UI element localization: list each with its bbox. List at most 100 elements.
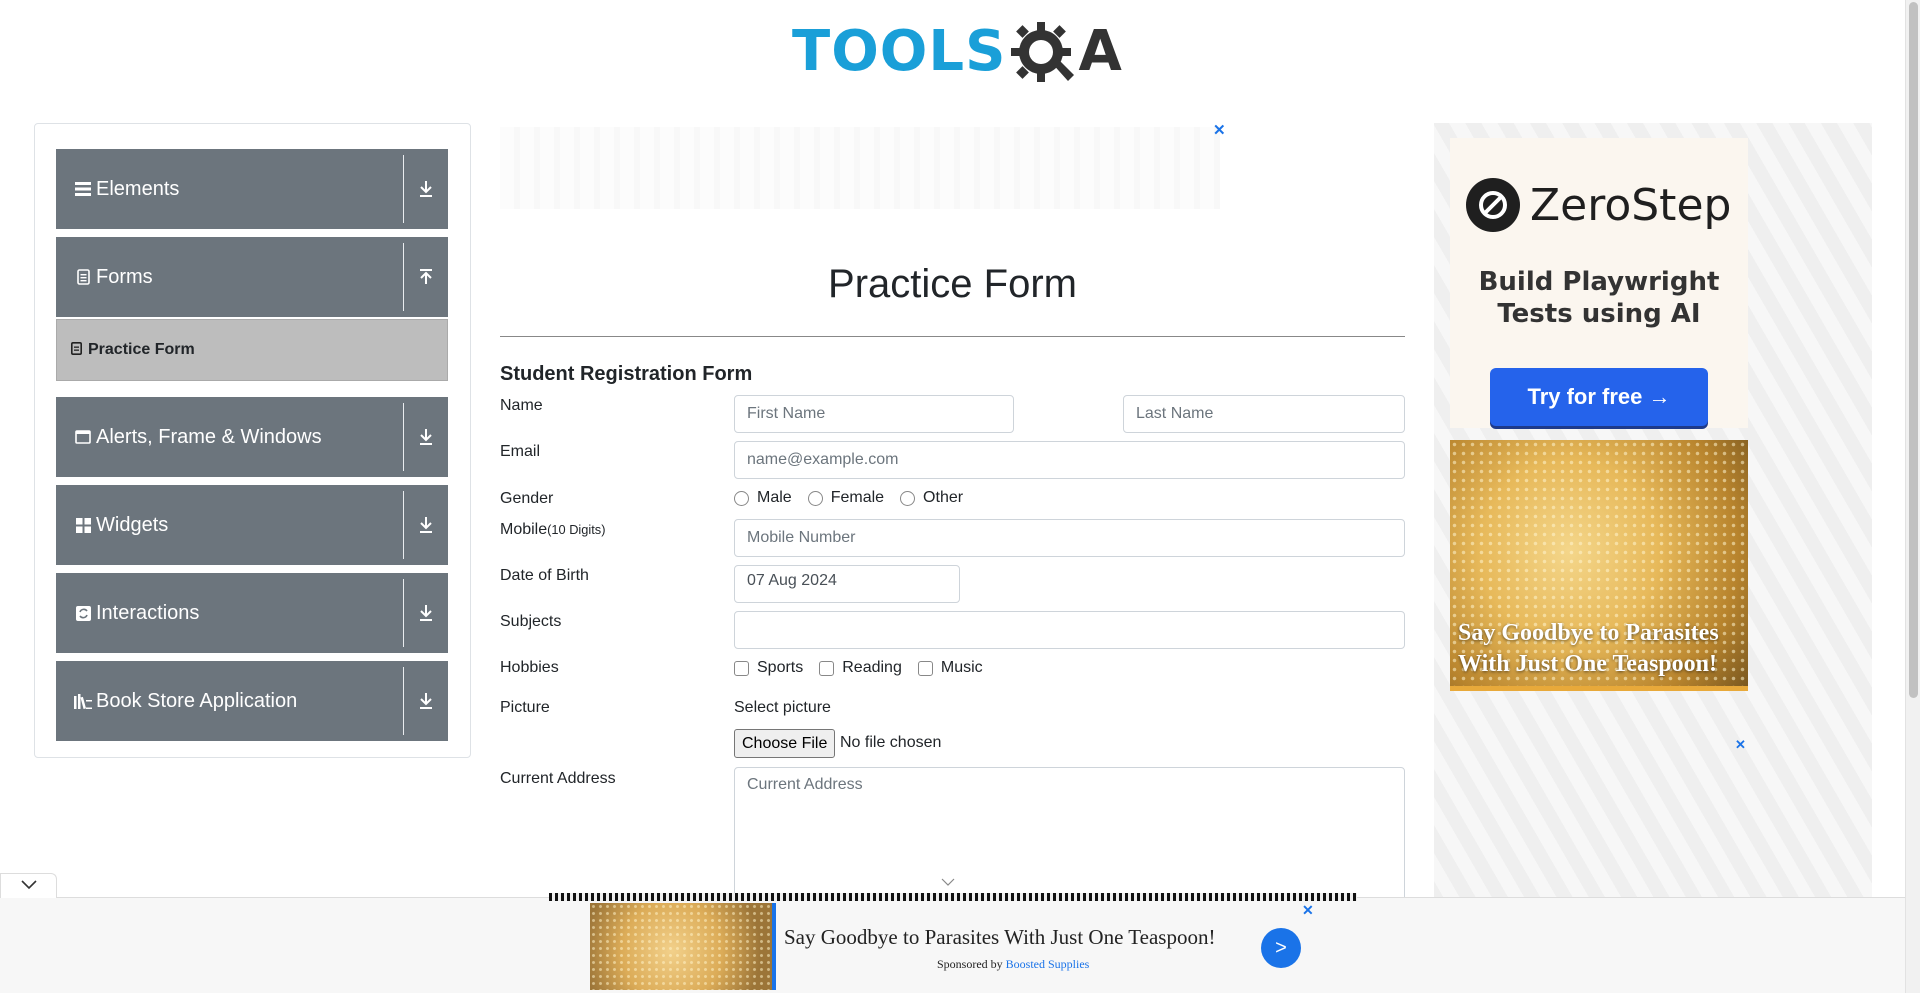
- mobile-hint: (10 Digits): [547, 522, 606, 537]
- zerostep-name: ZeroStep: [1530, 179, 1732, 231]
- page-scrollbar[interactable]: [1905, 0, 1920, 993]
- sidebar-group-widgets[interactable]: Widgets: [56, 485, 448, 565]
- ad-strip: [549, 893, 1357, 901]
- scrollbar-thumb[interactable]: [1909, 2, 1918, 698]
- page: TOOLS A Elements Forms Practice Form Ale…: [0, 0, 1920, 993]
- gender-female-option[interactable]: Female: [807, 489, 885, 507]
- ad-placeholder: [500, 127, 1220, 209]
- window-icon: [74, 428, 92, 446]
- choose-file-button[interactable]: Choose File: [734, 729, 836, 758]
- try-for-free-button[interactable]: Try for free →: [1490, 368, 1708, 426]
- sponsor-link[interactable]: Boosted Supplies: [1006, 957, 1090, 971]
- checkbox-label: Sports: [757, 659, 804, 676]
- ad-accent-bar: [772, 903, 776, 990]
- sugar-ad-headline: Say Goodbye to Parasites With Just One T…: [1458, 620, 1719, 677]
- ad-image-texture: [590, 903, 772, 990]
- widgets-icon: [74, 516, 92, 534]
- collapse-ad-toggle[interactable]: [0, 873, 57, 898]
- refresh-icon: [74, 604, 92, 622]
- top-ad-banner[interactable]: ✕: [500, 121, 1230, 213]
- radio-button[interactable]: [734, 490, 749, 506]
- address-label: Current Address: [500, 770, 616, 787]
- sidebar-group-book-store[interactable]: Book Store Application: [56, 661, 448, 741]
- download-icon[interactable]: [404, 428, 448, 446]
- document-icon: [74, 268, 92, 286]
- current-address-textarea[interactable]: Current Address: [734, 767, 1405, 901]
- mobile-label: Mobile(10 Digits): [500, 521, 605, 539]
- toolsqa-logo[interactable]: TOOLS A: [792, 14, 1122, 90]
- email-input[interactable]: [734, 441, 1405, 479]
- sidebar-group-elements[interactable]: Elements: [56, 149, 448, 229]
- logo-text: TOOLS: [792, 19, 1007, 84]
- sidebar-group-label: Interactions: [96, 601, 200, 624]
- ad-accent-bar: [1450, 686, 1748, 691]
- sidebar-group-alerts[interactable]: Alerts, Frame & Windows: [56, 397, 448, 477]
- sidebar-group-interactions[interactable]: Interactions: [56, 573, 448, 653]
- zerostep-mark-icon: [1466, 178, 1520, 232]
- chevron-down-icon: [20, 877, 37, 895]
- page-title: Practice Form: [828, 262, 1077, 306]
- tagline-line: Tests using AI: [1497, 299, 1701, 329]
- bottom-ad-sponsor: Sponsored by Boosted Supplies: [937, 957, 1089, 972]
- upload-icon[interactable]: [404, 268, 448, 286]
- gender-label: Gender: [500, 490, 554, 507]
- sugar-ad[interactable]: Say Goodbye to Parasites With Just One T…: [1450, 440, 1748, 686]
- email-label: Email: [500, 443, 541, 460]
- gender-options: Male Female Other: [734, 489, 979, 507]
- radio-label: Female: [830, 489, 885, 506]
- checkbox[interactable]: [917, 660, 933, 676]
- sidebar-group-label: Elements: [96, 177, 180, 200]
- radio-button[interactable]: [807, 490, 823, 506]
- gender-male-option[interactable]: Male: [734, 489, 792, 507]
- logo-suffix: A: [1078, 19, 1122, 84]
- checkbox[interactable]: [819, 660, 835, 676]
- hobbies-label: Hobbies: [500, 659, 559, 676]
- first-name-input[interactable]: [734, 395, 1014, 433]
- sidebar-group-label: Alerts, Frame & Windows: [96, 425, 322, 448]
- library-icon: [74, 692, 92, 710]
- menu-icon: [74, 180, 92, 198]
- tagline-line: Build Playwright: [1478, 267, 1720, 297]
- select-picture-label: Select picture: [734, 699, 831, 716]
- download-icon[interactable]: [404, 516, 448, 534]
- form-icon: [71, 342, 82, 358]
- radio-button[interactable]: [900, 490, 916, 506]
- file-status: No file chosen: [840, 734, 942, 751]
- checkbox-label: Music: [940, 659, 983, 676]
- download-icon[interactable]: [404, 180, 448, 198]
- hobby-music-option[interactable]: Music: [917, 659, 983, 677]
- form-heading: Student Registration Form: [500, 363, 753, 385]
- mobile-input[interactable]: [734, 519, 1405, 557]
- close-icon[interactable]: ✕: [1213, 121, 1226, 139]
- subjects-label: Subjects: [500, 613, 562, 630]
- sidebar-group-label: Forms: [96, 265, 153, 288]
- name-label: Name: [500, 397, 543, 414]
- last-name-input[interactable]: [1123, 395, 1405, 433]
- download-icon[interactable]: [404, 604, 448, 622]
- sidebar-group-label: Widgets: [96, 513, 169, 536]
- ad-go-button[interactable]: >: [1261, 928, 1301, 968]
- bottom-ad-title[interactable]: Say Goodbye to Parasites With Just One T…: [784, 925, 1215, 950]
- bottom-ad-image[interactable]: [590, 903, 772, 990]
- chevron-down-icon[interactable]: [941, 873, 955, 889]
- sidebar: Elements Forms Practice Form Alerts, Fra…: [34, 123, 471, 758]
- radio-label: Male: [757, 489, 792, 506]
- close-icon[interactable]: ✕: [1735, 737, 1746, 753]
- right-ad-column: ZeroStep Build Playwright Tests using AI…: [1434, 123, 1872, 993]
- subjects-input[interactable]: [734, 611, 1405, 649]
- picture-label: Picture: [500, 699, 550, 716]
- gender-other-option[interactable]: Other: [900, 489, 963, 507]
- hobby-reading-option[interactable]: Reading: [819, 659, 902, 677]
- date-of-birth-input[interactable]: 07 Aug 2024: [734, 565, 960, 603]
- radio-label: Other: [923, 489, 964, 506]
- sponsored-by-text: Sponsored by: [937, 957, 1003, 971]
- checkbox[interactable]: [734, 660, 749, 676]
- hobbies-options: Sports Reading Music: [734, 659, 999, 677]
- sidebar-group-forms[interactable]: Forms: [56, 237, 448, 317]
- zerostep-ad[interactable]: ZeroStep Build Playwright Tests using AI…: [1450, 138, 1748, 428]
- sidebar-item-practice-form[interactable]: Practice Form: [56, 319, 448, 381]
- close-icon[interactable]: ✕: [1302, 902, 1314, 919]
- hobby-sports-option[interactable]: Sports: [734, 659, 803, 677]
- sidebar-item-label: Practice Form: [88, 341, 195, 358]
- download-icon[interactable]: [404, 692, 448, 710]
